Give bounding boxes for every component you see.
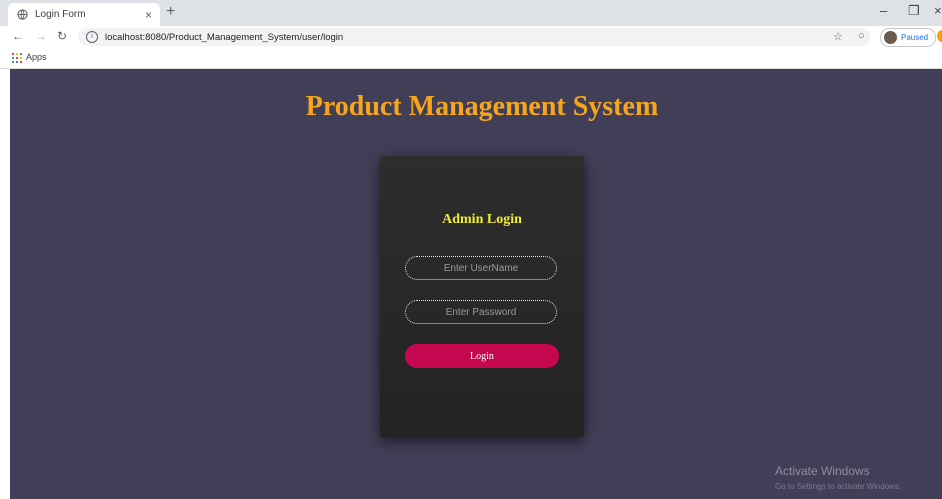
login-card: Admin Login Login: [380, 156, 584, 437]
tab-title: Login Form: [35, 9, 86, 20]
browser-toolbar: ← → ↻ i localhost:8080/Product_Managemen…: [0, 26, 942, 48]
page-title: Product Management System: [305, 91, 659, 122]
login-heading: Admin Login: [442, 212, 522, 227]
activate-windows-title: Activate Windows: [775, 464, 870, 478]
reload-icon[interactable]: ↻: [57, 29, 67, 43]
extension-icon[interactable]: ○: [858, 30, 865, 42]
login-button[interactable]: Login: [405, 344, 559, 368]
address-bar[interactable]: i localhost:8080/Product_Management_Syst…: [78, 28, 870, 46]
browser-tab-strip: Login Form × + – ❐ ×: [0, 0, 942, 26]
update-indicator-icon[interactable]: [937, 30, 942, 42]
back-icon[interactable]: ←: [12, 29, 24, 43]
browser-tab[interactable]: Login Form ×: [8, 3, 160, 26]
forward-icon[interactable]: →: [35, 29, 47, 43]
new-tab-button[interactable]: +: [166, 3, 175, 21]
url-text: localhost:8080/Product_Management_System…: [105, 31, 344, 43]
profile-button[interactable]: Paused: [880, 28, 936, 47]
site-info-icon[interactable]: i: [86, 31, 98, 43]
password-input[interactable]: [405, 300, 557, 324]
activate-windows-subtitle: Go to Settings to activate Windows.: [775, 482, 902, 491]
username-input[interactable]: [405, 256, 557, 280]
bookmarks-bar: Apps: [0, 48, 942, 69]
close-window-icon[interactable]: ×: [934, 3, 942, 18]
globe-icon: [16, 9, 28, 21]
apps-bookmark[interactable]: Apps: [26, 52, 47, 62]
avatar: [884, 31, 897, 44]
profile-status: Paused: [901, 33, 929, 42]
close-tab-icon[interactable]: ×: [145, 8, 152, 22]
apps-grid-icon[interactable]: [12, 53, 22, 63]
bookmark-star-icon[interactable]: ☆: [833, 30, 843, 43]
minimize-icon[interactable]: –: [880, 3, 887, 18]
page-background: Product Management System Admin Login Lo…: [10, 69, 942, 499]
restore-icon[interactable]: ❐: [908, 3, 920, 19]
